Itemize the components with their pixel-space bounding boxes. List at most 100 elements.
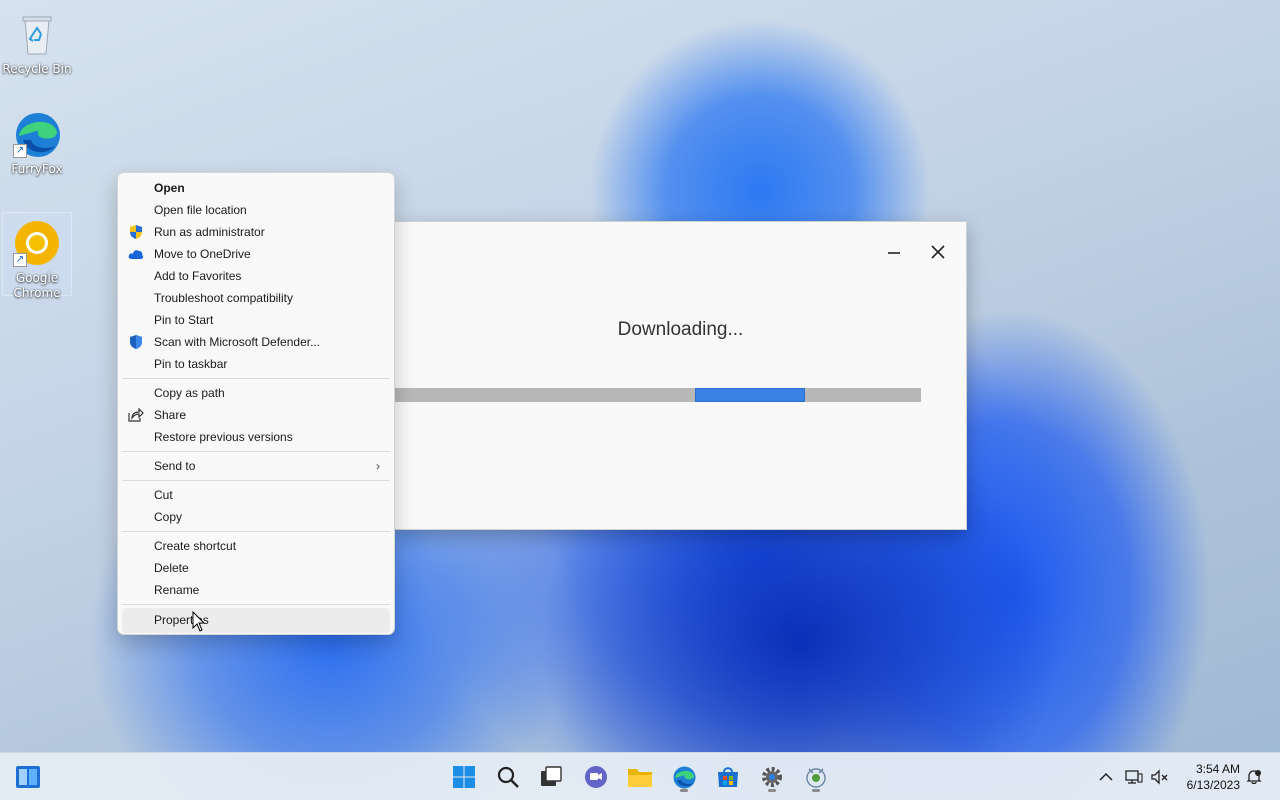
chrome-canary-icon: ↗ xyxy=(13,219,61,267)
share-icon xyxy=(128,407,144,423)
close-icon xyxy=(931,245,945,259)
minimize-icon xyxy=(888,252,900,254)
menu-item-move-to-onedrive[interactable]: Move to OneDrive xyxy=(122,243,390,265)
running-indicator xyxy=(768,789,776,792)
task-view-icon xyxy=(541,766,562,786)
menu-item-label: Move to OneDrive xyxy=(154,247,251,261)
menu-item-share[interactable]: Share xyxy=(122,404,390,426)
desktop-icon-google-chrome[interactable]: ↗ Google Chrome xyxy=(2,212,72,300)
menu-item-label: Pin to taskbar xyxy=(154,357,228,371)
folder-icon xyxy=(628,769,652,787)
menu-item-label: Open xyxy=(154,181,185,195)
windows-start-icon xyxy=(453,766,475,788)
installer-app-button[interactable] xyxy=(800,761,832,793)
start-button[interactable] xyxy=(448,761,480,793)
menu-item-cut[interactable]: Cut xyxy=(122,484,390,506)
menu-separator xyxy=(122,480,390,481)
menu-item-label: Share xyxy=(154,408,187,422)
mouse-cursor-icon xyxy=(192,611,206,632)
menu-item-label: Delete xyxy=(154,561,189,575)
menu-separator xyxy=(122,451,390,452)
notifications-button[interactable] xyxy=(1244,767,1264,787)
taskbar-clock[interactable]: 3:54 AM 6/13/2023 xyxy=(1176,761,1240,793)
menu-item-properties[interactable]: Properties xyxy=(122,608,390,633)
menu-item-label: Troubleshoot compatibility xyxy=(154,291,293,305)
menu-item-pin-to-taskbar[interactable]: Pin to taskbar xyxy=(122,353,390,375)
menu-item-restore-previous-versions[interactable]: Restore previous versions xyxy=(122,426,390,448)
defender-shield-icon xyxy=(128,334,144,350)
running-indicator xyxy=(680,789,688,792)
menu-item-delete[interactable]: Delete xyxy=(122,557,390,579)
desktop-icon-label: FurryFox xyxy=(11,162,63,176)
menu-item-run-as-administrator[interactable]: Run as administrator xyxy=(122,221,390,243)
widgets-button[interactable] xyxy=(12,761,44,793)
onedrive-cloud-icon xyxy=(128,246,144,262)
search-icon xyxy=(497,766,519,788)
menu-separator xyxy=(122,378,390,379)
network-button[interactable] xyxy=(1124,767,1144,787)
volume-button[interactable] xyxy=(1150,767,1170,787)
menu-item-add-to-favorites[interactable]: Add to Favorites xyxy=(122,265,390,287)
menu-item-label: Restore previous versions xyxy=(154,430,293,444)
edge-browser-icon: ↗ xyxy=(13,110,61,158)
download-progress-bar xyxy=(395,388,921,402)
menu-item-troubleshoot-compatibility[interactable]: Troubleshoot compatibility xyxy=(122,287,390,309)
menu-item-label: Rename xyxy=(154,583,200,597)
settings-button[interactable] xyxy=(756,761,788,793)
minimize-button[interactable] xyxy=(879,238,909,266)
download-progress-segment xyxy=(694,388,806,402)
search-button[interactable] xyxy=(492,761,524,793)
desktop-icon-label: Recycle Bin xyxy=(2,62,72,76)
store-button[interactable] xyxy=(712,761,744,793)
store-icon xyxy=(718,767,738,787)
menu-item-copy-as-path[interactable]: Copy as path xyxy=(122,382,390,404)
menu-item-open-file-location[interactable]: Open file location xyxy=(122,199,390,221)
menu-item-label: Add to Favorites xyxy=(154,269,242,283)
running-indicator xyxy=(812,789,820,792)
edge-browser-icon xyxy=(673,766,696,789)
chat-icon xyxy=(585,766,607,788)
menu-separator xyxy=(122,531,390,532)
menu-item-label: Copy as path xyxy=(154,386,225,400)
teams-chat-button[interactable] xyxy=(580,761,612,793)
notification-bell-icon xyxy=(1246,770,1262,785)
recycle-bin-icon xyxy=(13,10,61,58)
close-button[interactable] xyxy=(923,238,953,266)
menu-item-label: Create shortcut xyxy=(154,539,237,553)
menu-item-label: Run as administrator xyxy=(154,225,265,239)
menu-item-label: Copy xyxy=(154,510,183,524)
chevron-up-icon xyxy=(1099,772,1113,781)
menu-item-create-shortcut[interactable]: Create shortcut xyxy=(122,535,390,557)
desktop-icon-furryfox[interactable]: ↗ FurryFox xyxy=(2,104,72,177)
menu-item-pin-to-start[interactable]: Pin to Start xyxy=(122,309,390,331)
gear-icon xyxy=(762,767,782,787)
chevron-right-icon: › xyxy=(376,459,380,473)
shortcut-arrow-icon: ↗ xyxy=(13,144,27,158)
download-status-text: Downloading... xyxy=(617,319,744,340)
show-hidden-icons-button[interactable] xyxy=(1096,767,1116,787)
desktop-icon-recycle-bin[interactable]: Recycle Bin xyxy=(2,4,72,77)
menu-item-label: Pin to Start xyxy=(154,313,214,327)
file-explorer-button[interactable] xyxy=(624,761,656,793)
clock-time: 3:54 AM xyxy=(1195,762,1240,776)
menu-item-label: Open file location xyxy=(154,203,247,217)
context-menu: Open Open file location Run as administr… xyxy=(117,172,395,635)
menu-item-label: Scan with Microsoft Defender... xyxy=(154,335,321,349)
menu-item-rename[interactable]: Rename xyxy=(122,579,390,601)
task-view-button[interactable] xyxy=(535,761,567,793)
desktop-icon-label: Google Chrome xyxy=(13,271,61,300)
menu-item-label: Cut xyxy=(154,488,173,502)
edge-taskbar-button[interactable] xyxy=(668,761,700,793)
menu-item-label: Send to xyxy=(154,459,196,473)
installer-app-icon xyxy=(806,768,826,788)
clock-date: 6/13/2023 xyxy=(1186,778,1240,792)
widgets-icon xyxy=(16,766,40,788)
menu-item-copy[interactable]: Copy xyxy=(122,506,390,528)
menu-item-send-to[interactable]: Send to › xyxy=(122,455,390,477)
network-icon xyxy=(1125,770,1143,784)
uac-shield-icon xyxy=(128,224,144,240)
menu-item-scan-with-defender[interactable]: Scan with Microsoft Defender... xyxy=(122,331,390,353)
download-window: Downloading... xyxy=(394,221,967,530)
menu-separator xyxy=(122,604,390,605)
menu-item-open[interactable]: Open xyxy=(122,177,390,199)
